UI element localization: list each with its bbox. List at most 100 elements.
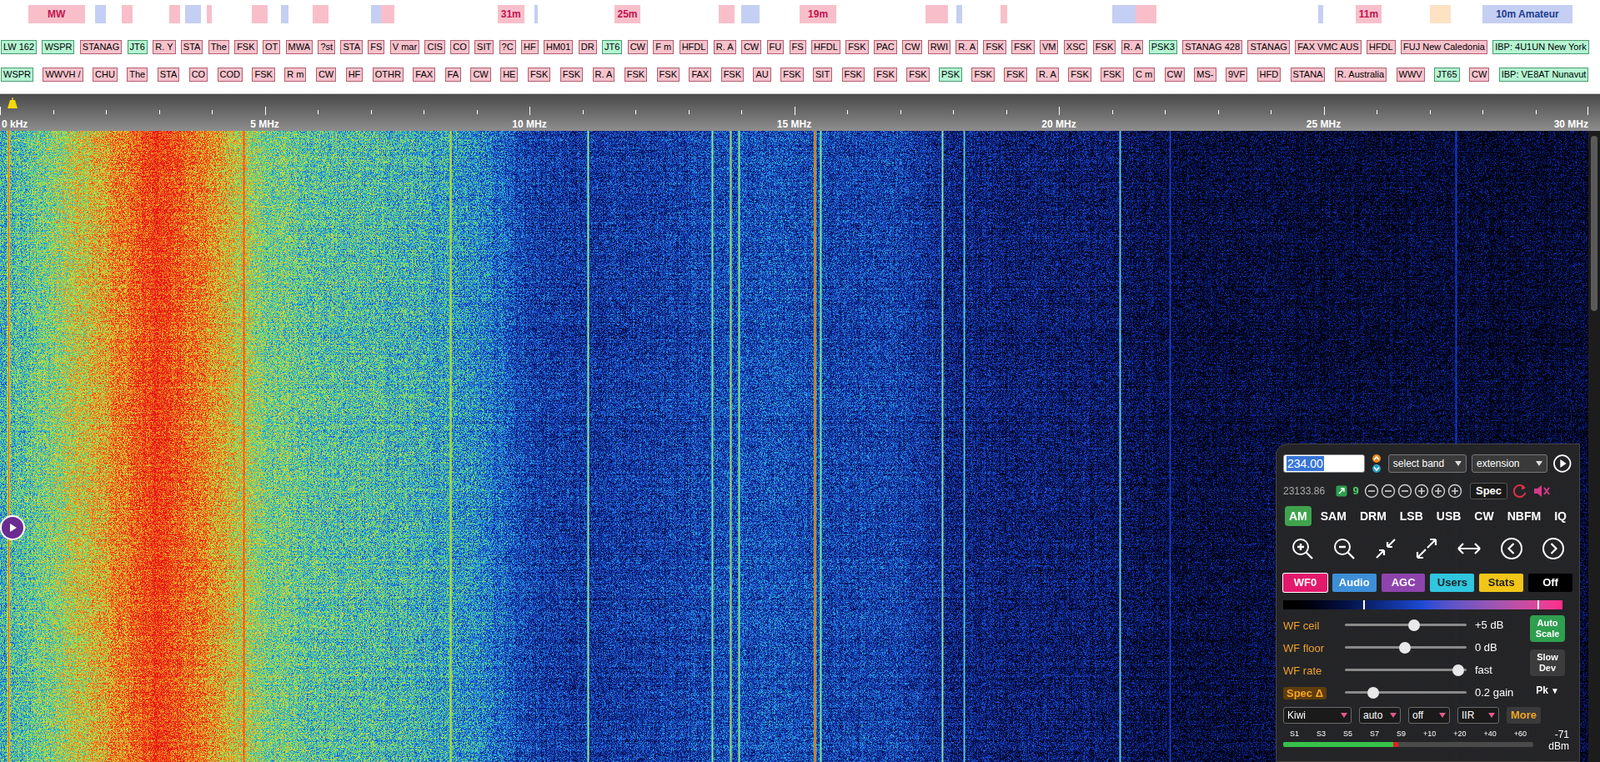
slider-thumb[interactable]	[1399, 642, 1411, 654]
panel-tab[interactable]: Users	[1429, 573, 1475, 592]
station-label[interactable]: CO	[450, 40, 470, 55]
slider-track[interactable]	[1344, 668, 1467, 672]
band-segment[interactable]	[925, 5, 948, 24]
external-link-icon[interactable]	[1335, 485, 1348, 497]
station-label[interactable]: XSC	[1063, 40, 1089, 55]
station-label[interactable]: HF	[346, 67, 364, 82]
station-label[interactable]: FA	[445, 67, 462, 82]
zoom-max-out-icon[interactable]	[1414, 536, 1440, 562]
station-label[interactable]: STA	[157, 67, 181, 82]
station-label[interactable]: PSK3	[1148, 40, 1178, 55]
station-label[interactable]: FSK	[873, 67, 897, 82]
station-label[interactable]: FSK	[1003, 67, 1027, 82]
station-label[interactable]: WSPR	[41, 40, 75, 55]
zoom-step-in-button[interactable]	[1430, 483, 1446, 499]
frequency-scale[interactable]: 0 kHz5 MHz10 MHz15 MHz20 MHz25 MHz30 MHz	[0, 94, 1600, 131]
slider-track[interactable]	[1344, 646, 1467, 649]
station-label[interactable]: FAX VMC AUS	[1294, 40, 1361, 55]
peak-select[interactable]: Pk ▼	[1535, 682, 1560, 698]
station-label[interactable]: FU	[767, 40, 785, 55]
band-segment[interactable]	[280, 5, 290, 24]
station-label[interactable]: FSK	[971, 67, 994, 82]
station-label[interactable]: HE	[500, 67, 518, 82]
slider-thumb[interactable]	[1367, 687, 1380, 699]
spec-button[interactable]: Spec Δ	[1283, 682, 1340, 703]
panel-tab[interactable]: AGC	[1381, 573, 1426, 592]
station-label[interactable]: 9VF	[1225, 67, 1248, 82]
band-segment[interactable]	[371, 5, 382, 24]
station-label[interactable]: FSK	[234, 40, 257, 55]
band-segment[interactable]	[718, 5, 735, 24]
mode-button[interactable]: IQ	[1549, 506, 1571, 527]
station-label[interactable]: CW	[1469, 67, 1490, 82]
zoom-step-out-button[interactable]	[1364, 483, 1380, 499]
station-label[interactable]: The	[208, 40, 230, 55]
band-segment[interactable]	[1429, 5, 1451, 24]
station-label[interactable]: FAX	[688, 67, 712, 82]
band-segment[interactable]: 10m Amateur	[1482, 5, 1573, 24]
station-label[interactable]: V mar	[390, 40, 420, 55]
zoom-in-icon[interactable]	[1289, 536, 1315, 562]
band-segment[interactable]	[206, 5, 212, 24]
band-segment[interactable]	[251, 5, 269, 24]
station-label[interactable]: WWVH /	[42, 67, 83, 82]
zoom-out-icon[interactable]	[1331, 536, 1357, 562]
station-label[interactable]: IBP: VE8AT Nunavut	[1499, 67, 1590, 82]
station-label[interactable]: R. Y	[152, 40, 176, 55]
frequency-step-button[interactable]	[1369, 454, 1384, 473]
station-label[interactable]: DR	[578, 40, 597, 55]
band-segment[interactable]: 19m	[799, 5, 837, 24]
band-segment[interactable]	[381, 5, 395, 24]
band-segment[interactable]	[741, 5, 760, 24]
spec-button[interactable]: Spec	[1469, 482, 1508, 500]
band-segment[interactable]	[312, 5, 329, 24]
station-label[interactable]: STA	[340, 40, 363, 55]
station-label[interactable]: WSPR	[0, 67, 34, 82]
station-label[interactable]: R. A	[1036, 67, 1059, 82]
station-label[interactable]: CIS	[424, 40, 445, 55]
zoom-step-in-button[interactable]	[1414, 483, 1430, 499]
station-label[interactable]: CW	[470, 67, 491, 82]
station-label[interactable]: CW	[627, 40, 648, 55]
station-label[interactable]: HM01	[543, 40, 573, 55]
slider-track[interactable]	[1344, 623, 1467, 627]
mode-button[interactable]: SAM	[1316, 506, 1351, 527]
station-label[interactable]: FSK	[1011, 40, 1034, 55]
station-label[interactable]: CHU	[92, 67, 118, 82]
station-label[interactable]: PSK	[938, 67, 963, 82]
zoom-step-out-button[interactable]	[1397, 483, 1413, 499]
band-segment[interactable]: 31m	[497, 5, 525, 24]
play-icon[interactable]	[1552, 453, 1573, 474]
band-segment[interactable]	[169, 5, 181, 24]
station-label[interactable]: FUJ New Caledonia	[1400, 40, 1488, 55]
station-label[interactable]: FS	[789, 40, 807, 55]
station-label[interactable]: FSK	[983, 40, 1006, 55]
station-label[interactable]: SIT	[474, 40, 494, 55]
mode-button[interactable]: USB	[1432, 506, 1466, 527]
passband-marker[interactable]	[6, 97, 19, 110]
scrollbar[interactable]	[1588, 130, 1600, 762]
mode-button[interactable]: CW	[1469, 506, 1498, 527]
station-label[interactable]: FSK	[624, 67, 648, 82]
station-label[interactable]: CW	[315, 67, 337, 82]
station-label[interactable]: HFDL	[811, 40, 841, 55]
station-label[interactable]: C m	[1133, 67, 1155, 82]
band-segment[interactable]	[121, 5, 133, 24]
band-segment[interactable]: MW	[28, 5, 86, 24]
mode-button[interactable]: AM	[1284, 506, 1312, 527]
station-label[interactable]: FSK	[721, 67, 744, 82]
speaker-icon[interactable]	[1532, 482, 1551, 500]
station-label[interactable]: FSK	[251, 67, 275, 82]
station-label[interactable]: OTHR	[372, 67, 404, 82]
station-label[interactable]: OT	[262, 40, 281, 55]
band-select[interactable]: select band	[1388, 454, 1467, 473]
panel-tab[interactable]: WF0	[1283, 573, 1328, 592]
band-segment[interactable]: 25m	[614, 5, 642, 24]
refresh-icon[interactable]	[1511, 482, 1529, 500]
option-select[interactable]: off	[1408, 707, 1450, 724]
station-label[interactable]: SIT	[812, 67, 833, 82]
mode-button[interactable]: NBFM	[1503, 506, 1545, 527]
mode-button[interactable]: LSB	[1395, 506, 1428, 527]
band-segment[interactable]	[534, 5, 537, 24]
station-label[interactable]: R. Australia	[1334, 67, 1387, 82]
